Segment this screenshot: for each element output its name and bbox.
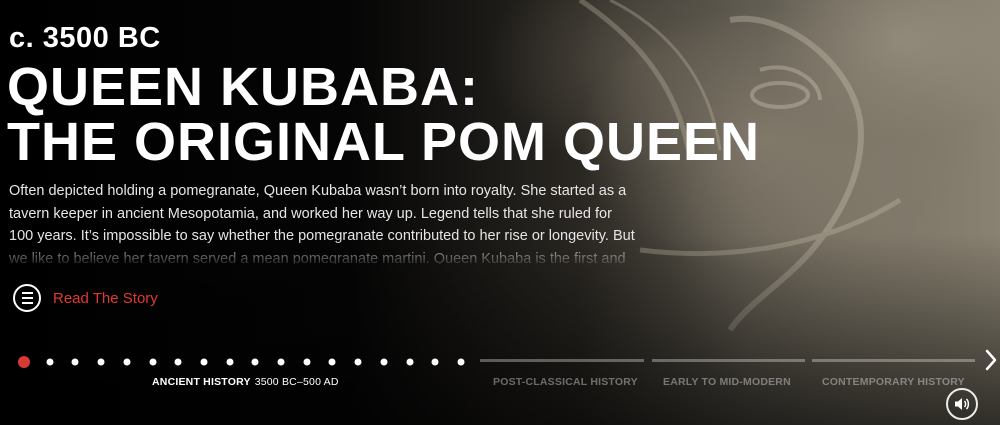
era-bar-early-modern[interactable] xyxy=(652,359,805,362)
era-date: c. 3500 BC xyxy=(9,22,161,54)
timeline-dot[interactable] xyxy=(200,358,208,366)
read-story-label: Read The Story xyxy=(53,289,158,307)
speaker-icon xyxy=(955,398,970,410)
timeline-dot[interactable] xyxy=(303,358,311,366)
timeline-dot[interactable] xyxy=(354,358,362,366)
timeline-dot[interactable] xyxy=(251,358,259,366)
era-label-contemporary[interactable]: CONTEMPORARY HISTORY xyxy=(822,376,965,388)
timeline-dot[interactable] xyxy=(328,358,336,366)
timeline-dot[interactable] xyxy=(457,358,465,366)
era-bar-contemporary[interactable] xyxy=(812,359,975,362)
era-label-post-classical[interactable]: POST-CLASSICAL HISTORY xyxy=(493,376,638,388)
menu-lines-icon xyxy=(13,284,41,312)
read-story-button[interactable]: Read The Story xyxy=(13,284,158,312)
timeline-dot[interactable] xyxy=(149,358,156,366)
timeline-dot[interactable] xyxy=(431,358,439,366)
timeline-dot[interactable] xyxy=(97,358,105,366)
timeline-dot[interactable] xyxy=(277,358,285,366)
chevron-right-icon[interactable] xyxy=(984,348,998,372)
timeline-dot[interactable] xyxy=(71,358,79,366)
title-line: QUEEN KUBABA: xyxy=(7,57,479,117)
timeline-dot-active[interactable] xyxy=(18,356,30,368)
timeline-dot[interactable] xyxy=(406,358,413,366)
timeline-dot[interactable] xyxy=(226,358,234,366)
era-label-ancient[interactable]: ANCIENT HISTORY 3500 BC–500 AD xyxy=(152,376,339,388)
title-line: THE ORIGINAL POM QUEEN xyxy=(7,112,761,172)
era-range: 3500 BC–500 AD xyxy=(254,376,339,388)
sound-toggle-button[interactable] xyxy=(946,388,978,420)
timeline-dot[interactable] xyxy=(174,358,182,366)
timeline-dot[interactable] xyxy=(380,358,388,366)
era-bar-post-classical[interactable] xyxy=(480,359,644,362)
era-name: ANCIENT HISTORY xyxy=(152,376,251,388)
era-label-early-modern[interactable]: EARLY TO MID-MODERN xyxy=(663,376,791,388)
timeline-dot[interactable] xyxy=(46,358,54,366)
timeline-dot[interactable] xyxy=(123,358,131,366)
story-description: Often depicted holding a pomegranate, Qu… xyxy=(9,183,635,264)
page-title: QUEEN KUBABA: THE ORIGINAL POM QUEEN xyxy=(7,60,760,170)
